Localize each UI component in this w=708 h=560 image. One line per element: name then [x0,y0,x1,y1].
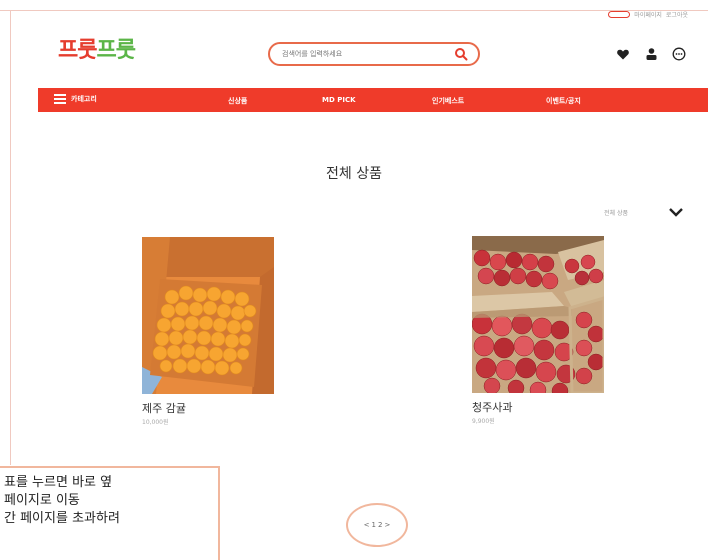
pagination: < 1 2 > [346,503,408,547]
mypage-link[interactable]: 마이페이지 [634,10,662,19]
search-input[interactable] [282,50,452,58]
logo[interactable]: 프룻프룻 [58,32,136,64]
frame-left-line [10,10,11,465]
next-page-button[interactable]: > [384,521,390,529]
sort-label: 전체 상품 [604,209,628,217]
product-card[interactable]: 제주 감귤 10,000원 [142,237,274,426]
chevron-down-icon[interactable] [668,206,684,218]
annotation-line: 페이지로 이동 [4,493,80,508]
annotation-box: 표를 누르면 바로 옆 페이지로 이동 간 페이지를 초과하려 [0,466,220,560]
product-price: 10,000원 [142,419,169,426]
frame-top-line [0,10,708,11]
product-image-apples[interactable] [472,236,604,393]
logo-text-1: 프룻 [58,38,97,63]
header-icons [616,47,686,61]
product-name[interactable]: 제주 감귤 [142,400,274,416]
page-1-button[interactable]: 1 [372,521,376,529]
nav-new-products[interactable]: 신상품 [228,96,247,106]
search-bar [268,42,480,66]
nav-category[interactable]: 카테고리 [54,94,97,104]
sort-row: 전체 상품 [604,206,684,218]
product-card[interactable]: 청주사과 9,900원 [472,236,604,425]
nav-category-label: 카테고리 [71,95,97,103]
annotation-line: 표를 누르면 바로 옆 [4,475,113,490]
page-title: 전체 상품 [326,166,382,182]
main-nav: 카테고리 신상품 MD PICK 인기베스트 이벤트/공지 [38,88,708,112]
top-links: 마이페이지 로그아웃 [608,10,688,19]
page-2-button[interactable]: 2 [378,521,382,529]
chat-icon[interactable] [672,47,686,61]
product-name[interactable]: 청주사과 [472,399,604,415]
user-icon[interactable] [644,47,658,61]
prev-page-button[interactable]: < [364,521,370,529]
hamburger-icon [54,94,66,104]
annotation-line: 간 페이지를 초과하려 [4,511,120,526]
logout-link[interactable]: 로그아웃 [666,10,688,19]
search-icon[interactable] [454,47,468,61]
nav-best[interactable]: 인기베스트 [432,96,464,106]
nav-md-pick[interactable]: MD PICK [322,96,356,104]
top-badge [608,11,631,18]
heart-icon[interactable] [616,47,630,61]
product-price: 9,900원 [472,418,495,425]
logo-text-2: 프룻 [96,38,135,63]
product-image-oranges[interactable] [142,237,274,394]
nav-events[interactable]: 이벤트/공지 [546,96,581,106]
